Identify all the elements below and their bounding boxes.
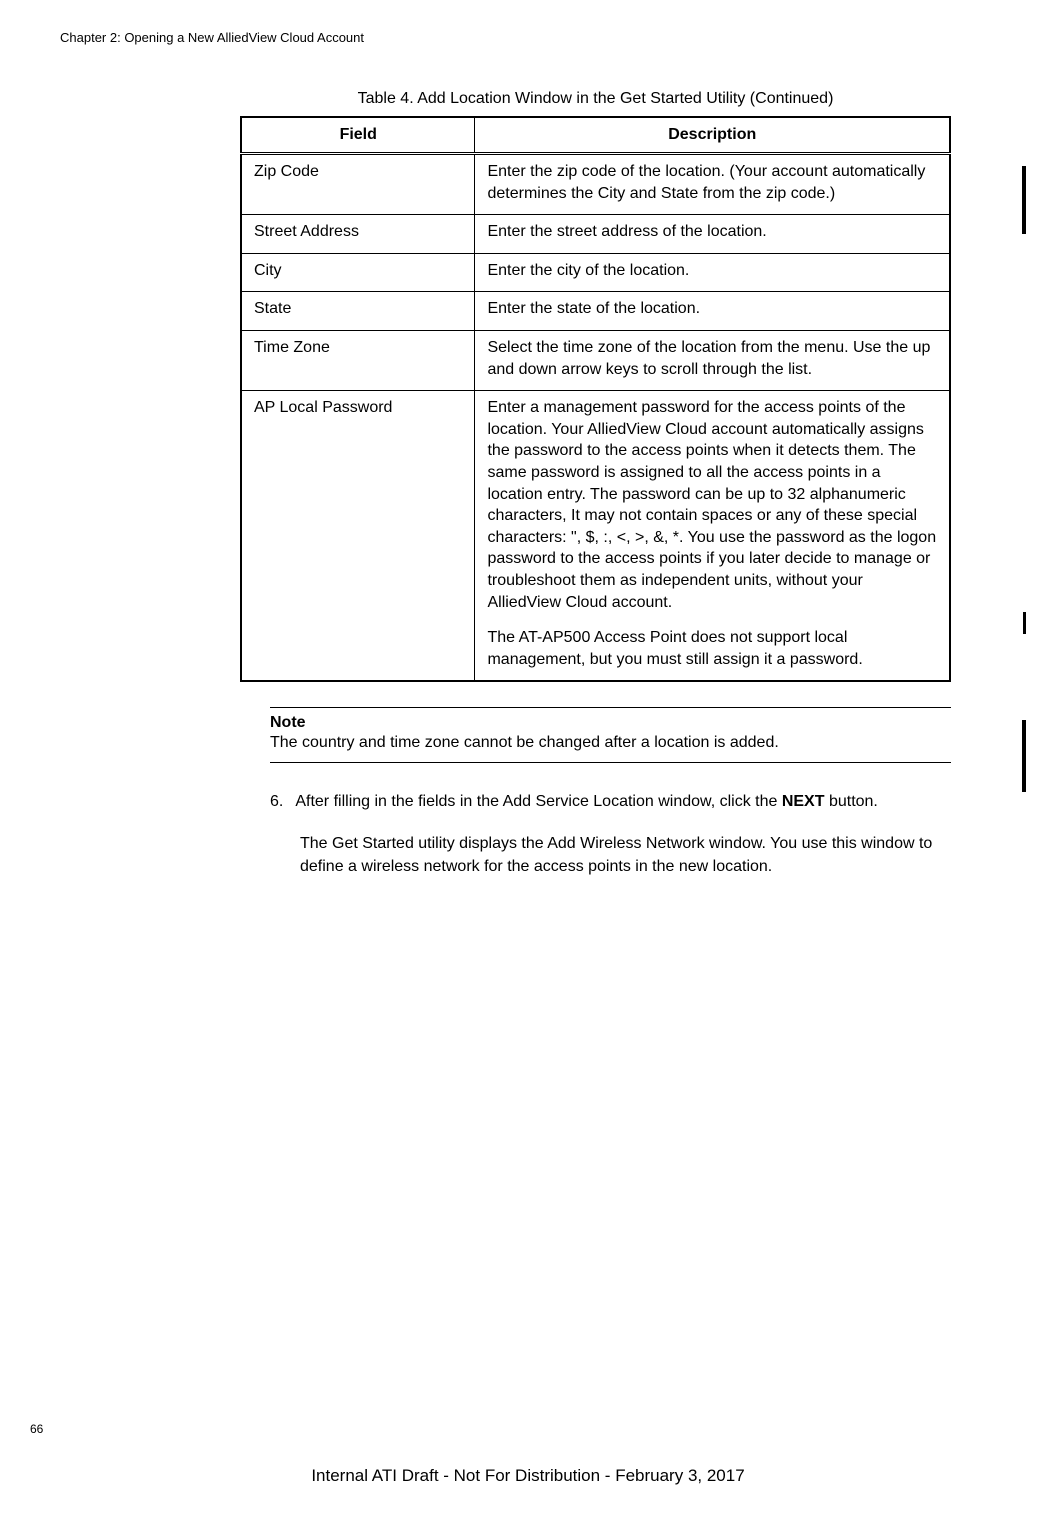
step-text-bold: NEXT: [782, 793, 825, 810]
step-line: 6. After filling in the fields in the Ad…: [270, 791, 951, 813]
field-cell: Time Zone: [241, 330, 475, 390]
step-block: 6. After filling in the fields in the Ad…: [270, 791, 951, 878]
step-number: 6.: [270, 791, 295, 813]
table-row: City Enter the city of the location.: [241, 253, 950, 292]
desc-cell: Enter the city of the location.: [475, 253, 950, 292]
step-text: After filling in the fields in the Add S…: [295, 791, 951, 813]
change-bar: [1023, 612, 1026, 634]
desc-cell: Enter a management password for the acce…: [475, 391, 950, 682]
note-title: Note: [270, 714, 951, 732]
main-content: Table 4. Add Location Window in the Get …: [240, 90, 951, 878]
note-text: The country and time zone cannot be chan…: [270, 732, 951, 754]
note-block: Note The country and time zone cannot be…: [270, 707, 951, 763]
desc-cell: Enter the street address of the location…: [475, 215, 950, 254]
table-row: State Enter the state of the location.: [241, 292, 950, 331]
page-footer: Internal ATI Draft - Not For Distributio…: [0, 1466, 1056, 1486]
desc-para2: The AT-AP500 Access Point does not suppo…: [487, 627, 937, 670]
change-bar: [1022, 720, 1026, 792]
desc-cell: Enter the state of the location.: [475, 292, 950, 331]
table-row: Street Address Enter the street address …: [241, 215, 950, 254]
table-row: Time Zone Select the time zone of the lo…: [241, 330, 950, 390]
table-header-field: Field: [241, 117, 475, 154]
table-caption: Table 4. Add Location Window in the Get …: [240, 90, 951, 108]
desc-cell: Enter the zip code of the location. (You…: [475, 154, 950, 215]
step-text-before: After filling in the fields in the Add S…: [295, 793, 781, 810]
page-number: 66: [30, 1422, 43, 1436]
table-header-row: Field Description: [241, 117, 950, 154]
field-cell: Zip Code: [241, 154, 475, 215]
table-row: Zip Code Enter the zip code of the locat…: [241, 154, 950, 215]
table-row: AP Local Password Enter a management pas…: [241, 391, 950, 682]
change-bar: [1022, 166, 1026, 234]
field-cell: City: [241, 253, 475, 292]
step-text-after: button.: [825, 793, 878, 810]
page-header: Chapter 2: Opening a New AlliedView Clou…: [60, 30, 996, 45]
desc-cell: Select the time zone of the location fro…: [475, 330, 950, 390]
field-cell: State: [241, 292, 475, 331]
table-header-description: Description: [475, 117, 950, 154]
desc-para1: Enter a management password for the acce…: [487, 397, 937, 613]
step-followup: The Get Started utility displays the Add…: [300, 833, 951, 878]
field-cell: Street Address: [241, 215, 475, 254]
location-fields-table: Field Description Zip Code Enter the zip…: [240, 116, 951, 682]
field-cell: AP Local Password: [241, 391, 475, 682]
